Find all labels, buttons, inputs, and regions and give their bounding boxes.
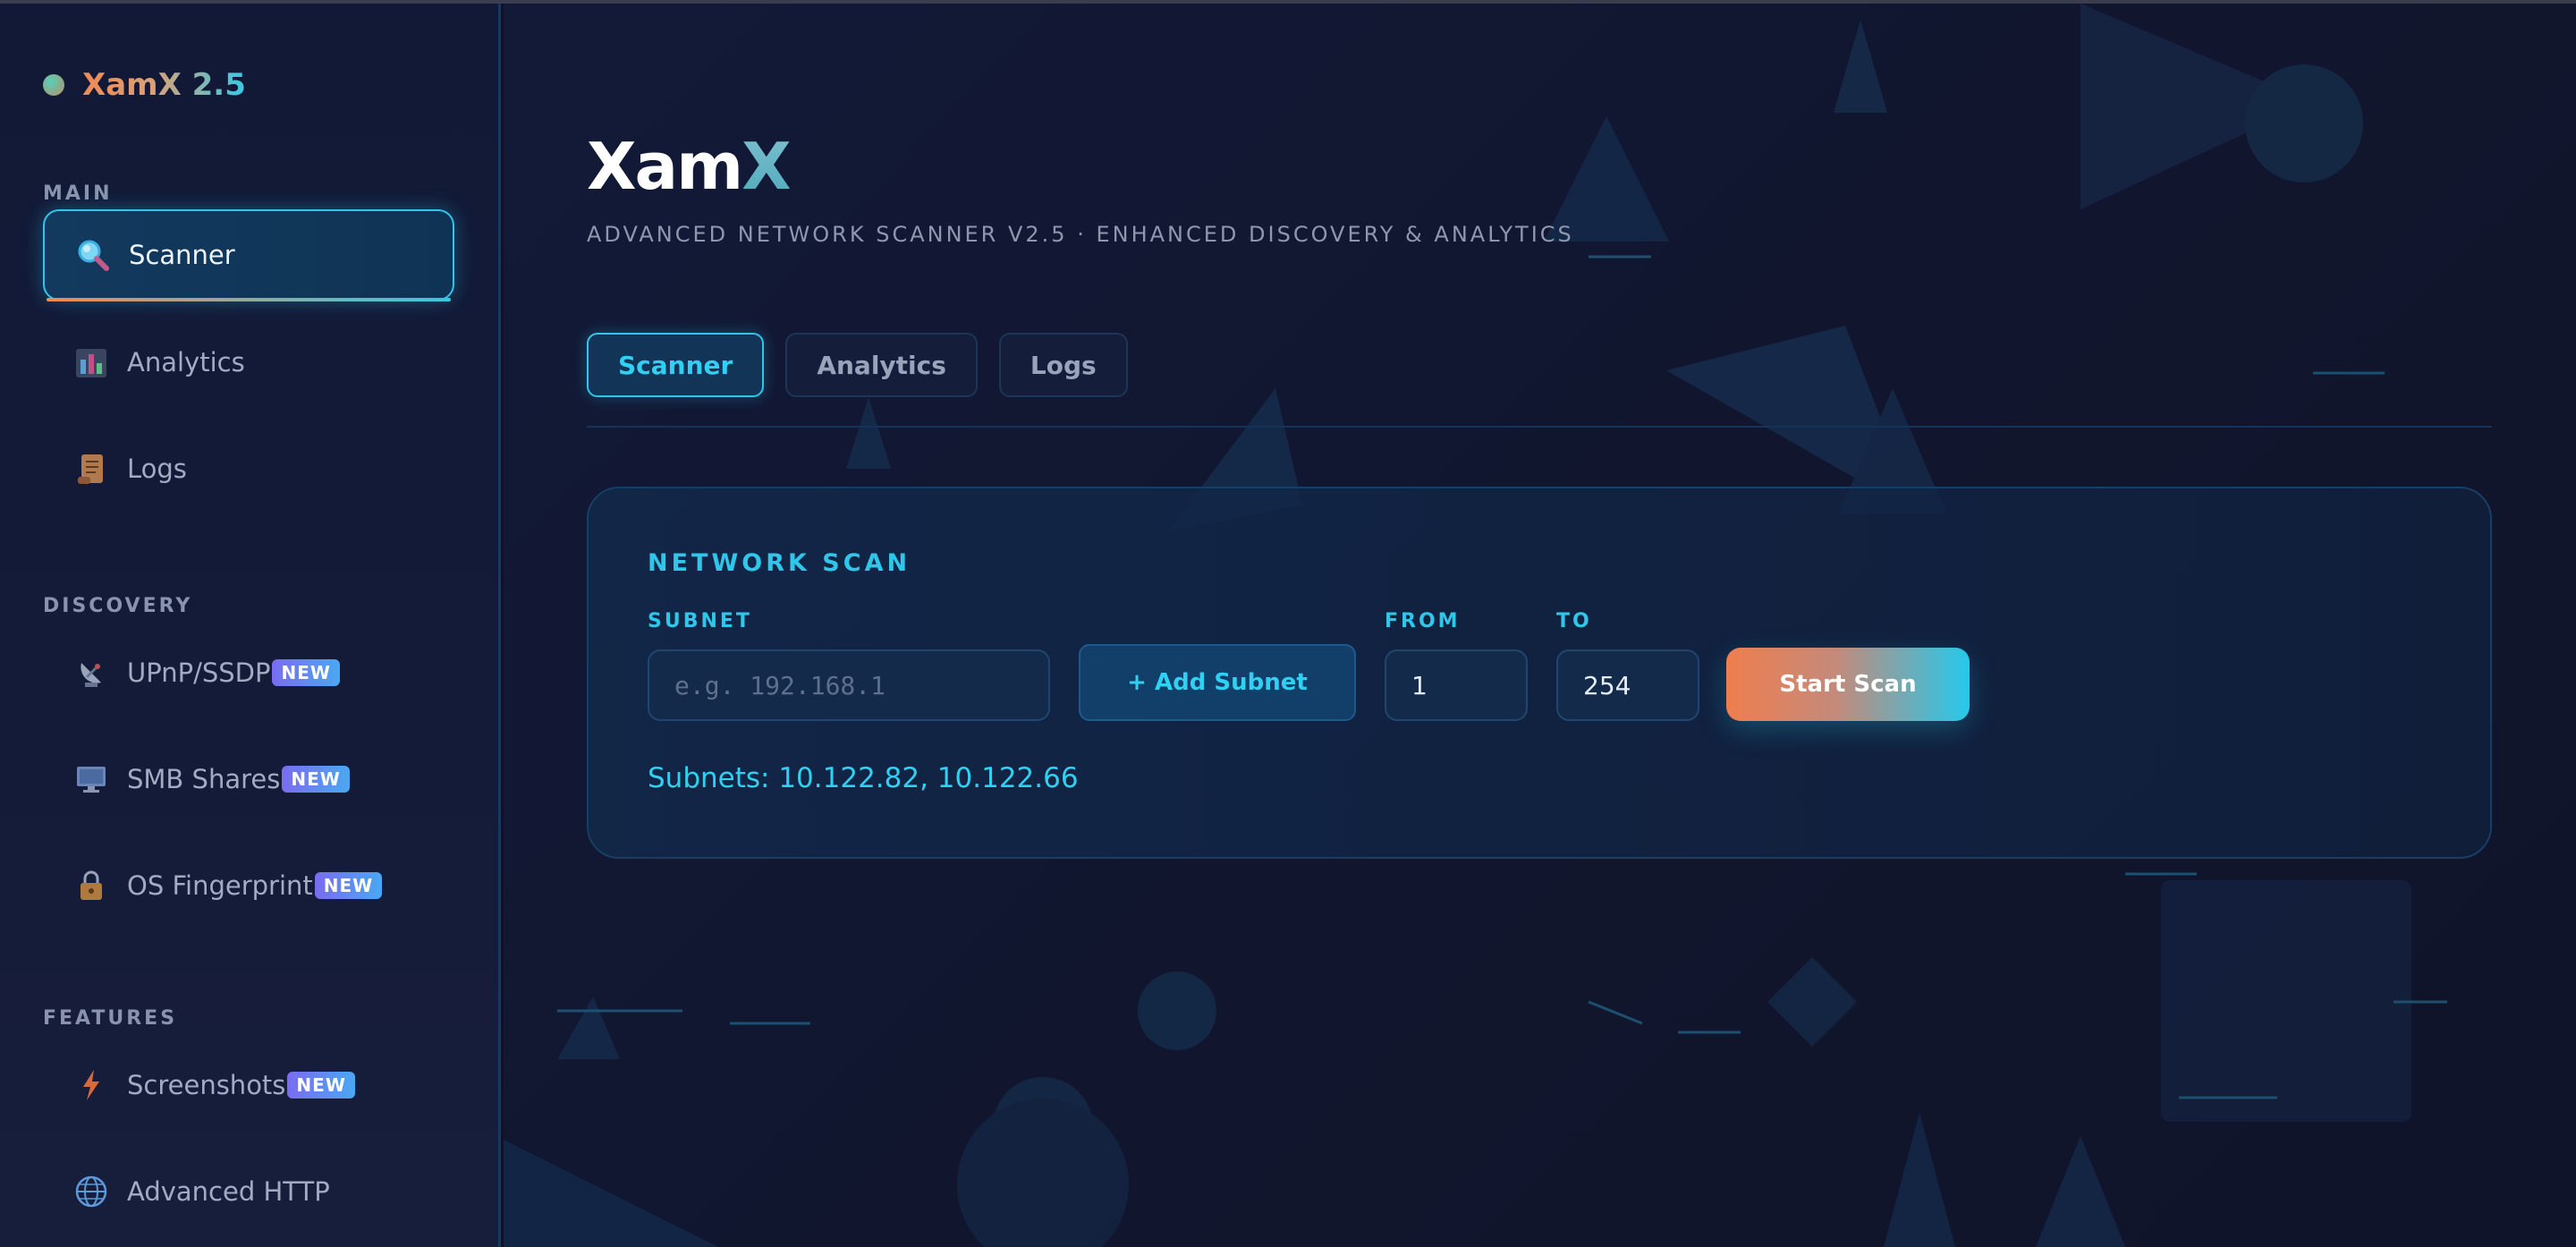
sidebar-item-label: Scanner — [129, 240, 235, 270]
app-logo: XamX — [587, 129, 792, 204]
sidebar-item-os-fingerprint[interactable]: OS Fingerprint NEW — [43, 840, 454, 931]
panel-title: NETWORK SCAN — [648, 549, 911, 577]
sidebar-item-label: OS Fingerprint — [127, 870, 313, 901]
logo-x: X — [741, 129, 791, 204]
new-badge: NEW — [282, 766, 350, 793]
sidebar-item-scanner[interactable]: Scanner — [43, 209, 454, 301]
section-label-discovery: DISCOVERY — [43, 595, 193, 617]
main-content: XamX ADVANCED NETWORK SCANNER V2.5 · ENH… — [504, 4, 2576, 1247]
brand-dot-icon — [43, 74, 64, 96]
sidebar-item-label: Screenshots — [127, 1070, 286, 1100]
sidebar-item-upnp-ssdp[interactable]: UPnP/SSDP NEW — [43, 627, 454, 718]
sidebar-item-logs[interactable]: Logs — [43, 423, 454, 514]
start-scan-button[interactable]: Start Scan — [1726, 648, 1970, 721]
monitor-icon — [73, 761, 109, 797]
header-divider — [587, 426, 2492, 428]
page-subtitle: ADVANCED NETWORK SCANNER V2.5 · ENHANCED… — [587, 222, 1574, 247]
network-scan-panel: NETWORK SCAN SUBNET e.g. 192.168.1 + Add… — [587, 487, 2492, 859]
tab-analytics[interactable]: Analytics — [785, 333, 978, 397]
sidebar-item-screenshots[interactable]: Screenshots NEW — [43, 1039, 454, 1131]
sidebar-item-label: SMB Shares — [127, 764, 281, 794]
lock-icon — [73, 868, 109, 903]
new-badge: NEW — [314, 872, 383, 899]
sidebar-item-label: Advanced HTTP — [127, 1176, 330, 1207]
sidebar-item-advanced-http[interactable]: Advanced HTTP — [43, 1146, 454, 1237]
sidebar-item-analytics[interactable]: Analytics — [43, 317, 454, 408]
subnets-list: Subnets: 10.122.82, 10.122.66 — [648, 762, 1079, 794]
brand: XamX 2.5 — [43, 63, 246, 107]
from-input[interactable]: 1 — [1385, 649, 1528, 721]
lightning-icon — [73, 1067, 109, 1103]
subnet-label: SUBNET — [648, 610, 752, 632]
bar-chart-icon — [73, 344, 109, 380]
section-label-features: FEATURES — [43, 1007, 178, 1030]
new-badge: NEW — [287, 1072, 355, 1099]
from-label: FROM — [1385, 610, 1461, 632]
sidebar-item-label: UPnP/SSDP — [127, 657, 271, 688]
satellite-dish-icon — [73, 655, 109, 691]
brand-title: XamX 2.5 — [82, 67, 246, 103]
new-badge: NEW — [272, 659, 340, 686]
to-input[interactable]: 254 — [1556, 649, 1699, 721]
subnet-input[interactable]: e.g. 192.168.1 — [648, 649, 1050, 721]
magnifier-icon — [75, 237, 111, 273]
tab-bar: Scanner Analytics Logs — [587, 333, 1128, 397]
add-subnet-button[interactable]: + Add Subnet — [1079, 644, 1356, 721]
tab-logs[interactable]: Logs — [998, 333, 1128, 397]
globe-icon — [73, 1174, 109, 1209]
sidebar: XamX 2.5 MAIN Scanner Analytics Logs DIS… — [0, 4, 501, 1247]
tab-scanner[interactable]: Scanner — [587, 333, 765, 397]
section-label-main: MAIN — [43, 182, 113, 205]
logo-text: Xam — [587, 129, 743, 204]
sidebar-item-label: Analytics — [127, 347, 245, 377]
scroll-icon — [73, 451, 109, 487]
sidebar-item-smb-shares[interactable]: SMB Shares NEW — [43, 734, 454, 825]
sidebar-item-label: Logs — [127, 454, 187, 484]
to-label: TO — [1556, 610, 1592, 632]
